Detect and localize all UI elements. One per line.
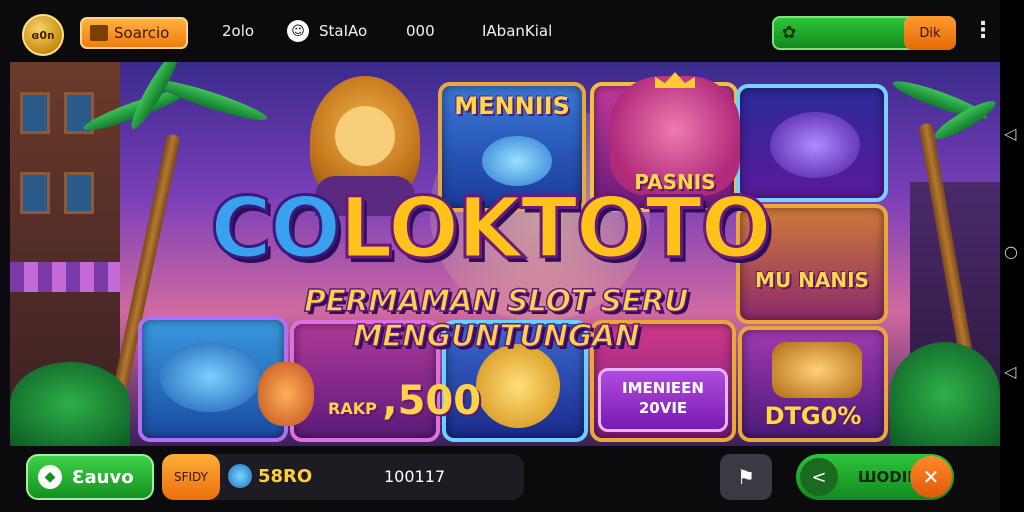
top-text-3: 000 (406, 22, 435, 40)
game-screen: ɞ0ח Soarcio 2olo ☺ StaIAo 000 IAbanKial … (0, 0, 1024, 512)
back-nav-icon[interactable]: ◁ (1004, 124, 1016, 143)
leaf-icon: ✿ (782, 23, 797, 43)
flag-button[interactable]: ⚑ (720, 454, 772, 500)
bet-button[interactable]: SFIDY (162, 454, 220, 500)
crown-icon (655, 72, 695, 88)
price-display: RAKP ,500 (328, 378, 481, 424)
top-bar: ɞ0ח Soarcio 2olo ☺ StaIAo 000 IAbanKial … (0, 0, 1000, 62)
system-nav-bar: ◁ ○ ◁ (1000, 0, 1024, 512)
tiger-icon (258, 362, 314, 426)
share-icon[interactable]: < (800, 458, 838, 496)
slot-tile-label: MENNIIS (454, 92, 570, 120)
hero-banner: MENNIIS MU NANIS DTG0% PASNIS COLOKTOTO … (10, 62, 1000, 446)
more-options-icon[interactable]: ⋮ (972, 18, 994, 43)
price-value: ,500 (382, 378, 482, 424)
user-icon[interactable]: ☺ (287, 20, 309, 42)
recents-nav-icon[interactable]: ◁ (1004, 362, 1016, 381)
bet-panel: SFIDY 58RO 100117 (162, 454, 524, 500)
member-line-2: 20VIE (638, 398, 688, 417)
search-button[interactable]: Soarcio (80, 17, 188, 49)
share-panel[interactable]: < ШODIK ✕ (796, 454, 954, 500)
bottom-bar: ◆ Ɛauvo SFIDY 58RO 100117 ⚑ < ШODIK ✕ (0, 446, 1000, 512)
top-text-4: IAbanKial (482, 22, 553, 40)
flag-icon: ⚑ (737, 465, 755, 489)
plant (10, 362, 130, 446)
tagline: PERMAMAN SLOT SERU MENGUNTUNGAN (303, 283, 689, 355)
logo-part-1: CO (209, 179, 343, 277)
coin-icon (476, 344, 560, 428)
top-text-2: StaIAo (319, 22, 368, 40)
member-badge[interactable]: IMENIEEN 20VIE (598, 368, 728, 432)
counter-value: 100117 (384, 467, 446, 486)
balance-action-button[interactable]: Dik (904, 16, 956, 50)
window (64, 172, 94, 214)
play-button-label: Ɛauvo (72, 466, 134, 488)
top-text-1: 2olo (222, 22, 255, 40)
logo-part-2: LOKTOTO (338, 179, 773, 277)
chest-icon (90, 25, 108, 41)
home-nav-icon[interactable]: ○ (1004, 242, 1018, 261)
coin-badge[interactable]: ɞ0ח (22, 14, 64, 56)
search-button-label: Soarcio (114, 24, 170, 42)
pot-icon (770, 112, 860, 178)
plant (890, 342, 1000, 446)
bet-value: 58RO (258, 466, 313, 487)
awning (10, 262, 120, 292)
close-icon[interactable]: ✕ (910, 456, 952, 498)
genie-lamp-icon (228, 464, 252, 488)
slot-tile-label: DTG0% (764, 402, 862, 430)
window (20, 172, 50, 214)
fox-character: PASNIS (610, 72, 740, 196)
play-button[interactable]: ◆ Ɛauvo (26, 454, 154, 500)
lion-face (335, 106, 395, 166)
price-prefix: RAKP (328, 399, 377, 418)
game-logo: COLOKTOTO (190, 179, 790, 277)
diamond-icon: ◆ (38, 465, 62, 489)
member-line-1: IMENIEEN (622, 379, 704, 397)
window (20, 92, 50, 134)
balance-bar[interactable]: ✿ Dik (772, 16, 956, 50)
